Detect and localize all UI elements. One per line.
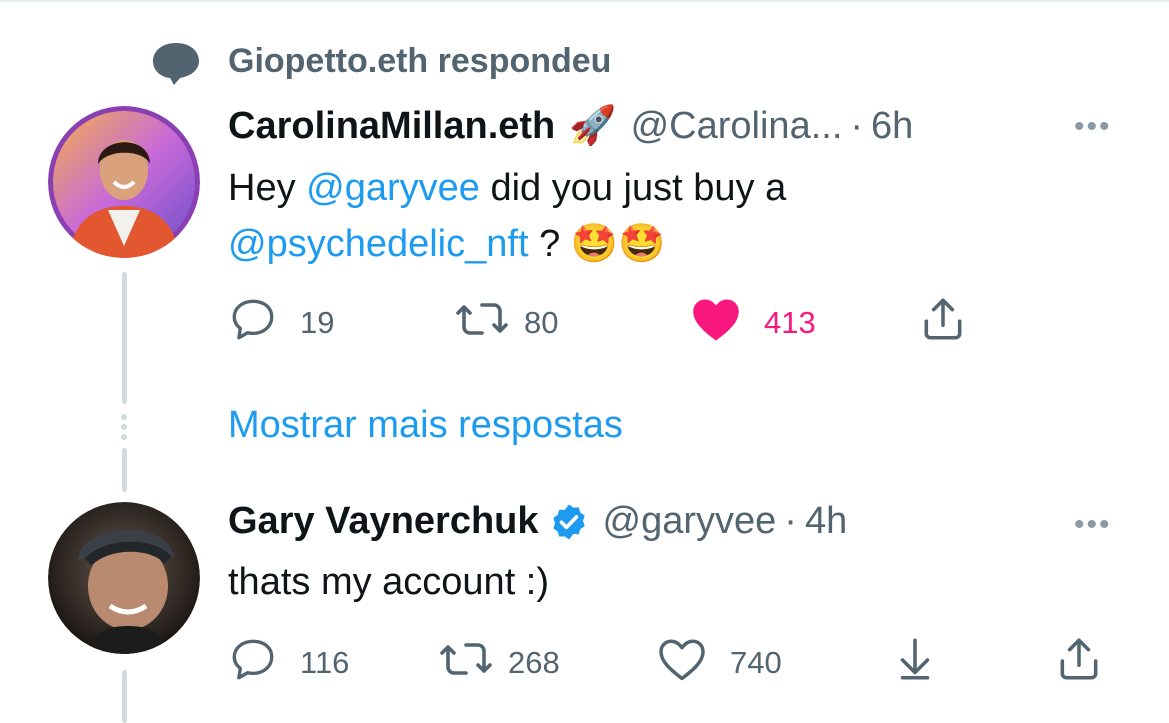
mention-link[interactable]: @garyvee: [306, 167, 480, 209]
mention-link[interactable]: @psychedelic_nft: [228, 223, 529, 265]
retweet-count: 80: [524, 305, 559, 340]
download-button[interactable]: [890, 634, 940, 692]
reply-count: 19: [300, 305, 335, 340]
timestamp[interactable]: 6h: [871, 105, 913, 148]
reply-button[interactable]: 19: [228, 294, 334, 352]
username-handle[interactable]: @Carolina...: [631, 105, 843, 148]
retweet-count: 268: [508, 645, 560, 680]
reply-icon: [228, 634, 278, 692]
thread-connector-line: [122, 448, 127, 492]
tweet-actions: 116 268 740: [228, 634, 1108, 690]
thread-gap-dot: [121, 424, 127, 430]
rocket-emoji: 🚀: [569, 105, 617, 147]
avatar-carolina[interactable]: [48, 106, 200, 258]
separator-dot: ·: [784, 500, 797, 542]
share-icon: [918, 294, 968, 352]
separator-dot: ·: [850, 104, 864, 147]
thread-gap-dot: [121, 414, 127, 420]
timestamp[interactable]: 4h: [805, 500, 847, 543]
like-count: 413: [764, 305, 816, 340]
retweet-button[interactable]: 80: [454, 294, 558, 352]
like-count: 740: [730, 645, 782, 680]
retweet-icon: [438, 634, 494, 692]
like-button[interactable]: 740: [656, 634, 782, 692]
share-button[interactable]: [918, 294, 968, 352]
share-icon: [1054, 634, 1104, 692]
thread-connector-line: [122, 272, 127, 404]
speech-bubble-icon: [150, 40, 202, 86]
thread-gap-dot: [121, 434, 127, 440]
display-name[interactable]: CarolinaMillan.eth: [228, 105, 555, 148]
share-button[interactable]: [1054, 634, 1104, 692]
more-options-icon[interactable]: •••: [1074, 110, 1112, 144]
verified-badge-icon: [549, 502, 589, 542]
retweet-button[interactable]: 268: [438, 634, 560, 692]
social-context-label: Giopetto.eth respondeu: [228, 42, 612, 80]
heart-filled-icon: [690, 294, 742, 352]
retweet-icon: [454, 294, 510, 352]
thread-connector-line: [122, 670, 127, 723]
top-divider: [0, 0, 1169, 2]
tweet-text: Hey @garyvee did you just buy a @psyched…: [228, 167, 787, 265]
tweet-header: CarolinaMillan.eth 🚀 @Carolina... · 6h: [228, 104, 913, 148]
display-name[interactable]: Gary Vaynerchuk: [228, 500, 539, 543]
more-options-icon[interactable]: •••: [1074, 508, 1112, 542]
tweet-header: Gary Vaynerchuk @garyvee · 4h: [228, 500, 847, 543]
username-handle[interactable]: @garyvee: [603, 500, 777, 543]
reply-icon: [228, 294, 278, 352]
reply-count: 116: [300, 645, 350, 680]
avatar-garyvee[interactable]: [48, 502, 200, 654]
tweet-text: thats my account :): [228, 561, 550, 603]
tweet-actions: 19 80 413: [228, 294, 988, 350]
reply-button[interactable]: 116: [228, 634, 349, 692]
show-more-replies-link[interactable]: Mostrar mais respostas: [228, 404, 623, 447]
social-context[interactable]: Giopetto.eth respondeu: [150, 40, 611, 86]
like-button[interactable]: 413: [690, 294, 816, 352]
download-arrow-icon: [890, 634, 940, 692]
heart-outline-icon: [656, 634, 708, 692]
